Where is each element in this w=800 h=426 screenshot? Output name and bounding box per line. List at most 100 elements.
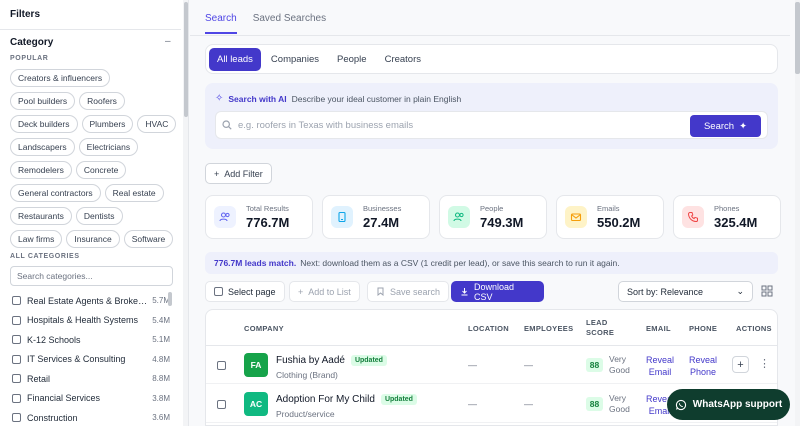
company-name[interactable]: Fushia by Aadé Updated: [276, 355, 387, 366]
checkbox[interactable]: [12, 296, 21, 306]
match-banner: 776.7M leads match. Next: download them …: [205, 252, 778, 274]
table-row[interactable]: FA Fushia by Aadé Updated Clothing (Bran…: [206, 346, 777, 384]
category-row[interactable]: Hospitals & Health Systems 5.4M: [12, 311, 170, 331]
stat-value: 325.4M: [714, 215, 758, 230]
score-text: Good: [609, 365, 630, 375]
chip[interactable]: Concrete: [75, 161, 127, 179]
column-header-email[interactable]: EMAIL: [646, 310, 671, 346]
employees-value: —: [524, 399, 533, 409]
chip[interactable]: Real estate: [104, 184, 164, 202]
segment-companies[interactable]: Companies: [263, 48, 327, 71]
button-label: Select page: [228, 286, 276, 297]
column-header-company[interactable]: COMPANY: [244, 310, 284, 346]
reveal-phone-link[interactable]: Reveal Phone: [689, 354, 717, 378]
checkbox[interactable]: [12, 374, 21, 384]
column-header-lead-score[interactable]: LEAD SCORE: [586, 310, 614, 346]
stat-card-total: Total Results 776.7M: [205, 195, 313, 239]
whatsapp-icon: [675, 399, 686, 410]
lead-score-label: Very Good: [609, 393, 630, 415]
chip[interactable]: Dentists: [75, 207, 123, 225]
sort-select[interactable]: Sort by: Relevance ⌄: [618, 281, 753, 302]
stat-card-people: People 749.3M: [439, 195, 547, 239]
ai-search-panel: ✧ Search with AI Describe your ideal cus…: [205, 83, 778, 149]
button-label: Add Filter: [224, 168, 263, 179]
sparkle-icon: ✦: [739, 120, 748, 132]
grid-view-icon[interactable]: [761, 285, 773, 297]
chip[interactable]: Software: [123, 230, 174, 248]
location-value: —: [468, 360, 477, 370]
segment-creators[interactable]: Creators: [377, 48, 429, 71]
chip[interactable]: Roofers: [79, 92, 125, 110]
column-header-location[interactable]: LOCATION: [468, 310, 509, 346]
download-csv-button[interactable]: Download CSV: [451, 281, 544, 302]
status-badge: Updated: [350, 355, 387, 366]
company-name-text: Adoption For My Child: [276, 394, 375, 405]
sidebar-scrollbar[interactable]: [183, 0, 188, 426]
chip[interactable]: Plumbers: [81, 115, 134, 133]
button-label: Add to List: [308, 286, 351, 297]
category-search-input[interactable]: [10, 266, 173, 286]
chip[interactable]: Creators & influencers: [10, 69, 111, 87]
save-search-button[interactable]: Save search: [367, 281, 450, 302]
column-header-employees[interactable]: EMPLOYEES: [524, 310, 573, 346]
chip[interactable]: Remodelers: [10, 161, 72, 179]
employees-value: —: [524, 360, 533, 370]
mail-icon: [565, 206, 587, 228]
reveal-email-link[interactable]: Reveal Email: [646, 354, 674, 378]
checkbox[interactable]: [12, 335, 21, 345]
chip[interactable]: Law firms: [10, 230, 63, 248]
popular-label: POPULAR: [10, 55, 49, 62]
filters-title: Filters: [10, 9, 41, 20]
tab-search[interactable]: Search: [205, 13, 237, 34]
chip[interactable]: Deck builders: [10, 115, 78, 133]
segment-all-leads[interactable]: All leads: [209, 47, 261, 71]
checkbox[interactable]: [217, 400, 226, 409]
category-row[interactable]: Financial Services 3.8M: [12, 389, 170, 409]
scrollbar-thumb[interactable]: [184, 2, 188, 117]
scrollbar-thumb[interactable]: [795, 2, 800, 74]
checkbox[interactable]: [12, 413, 21, 423]
tab-saved-searches[interactable]: Saved Searches: [253, 13, 326, 34]
category-row[interactable]: K-12 Schools 5.1M: [12, 330, 170, 350]
column-header-phone[interactable]: PHONE: [689, 310, 717, 346]
category-list-scrollbar[interactable]: [168, 292, 172, 306]
ai-label: Search with AI: [228, 93, 287, 104]
ai-search-input[interactable]: [238, 117, 698, 134]
category-row[interactable]: Retail 8.8M: [12, 369, 170, 389]
stat-label: Total Results: [246, 204, 289, 213]
stat-card-businesses: Businesses 27.4M: [322, 195, 430, 239]
company-name[interactable]: Adoption For My Child Updated: [276, 394, 417, 405]
chip[interactable]: Pool builders: [10, 92, 76, 110]
checkbox[interactable]: [217, 361, 226, 370]
chip[interactable]: Landscapers: [10, 138, 75, 156]
link-text: Email: [648, 367, 672, 377]
main-scrollbar[interactable]: [795, 0, 800, 426]
tab-bar: Search Saved Searches: [205, 13, 326, 34]
chip[interactable]: HVAC: [137, 115, 177, 133]
more-options-icon[interactable]: ⋮: [759, 357, 770, 370]
checkbox[interactable]: [12, 393, 21, 403]
whatsapp-support-button[interactable]: WhatsApp support: [667, 389, 790, 420]
chip[interactable]: Insurance: [66, 230, 120, 248]
add-filter-button[interactable]: + Add Filter: [205, 163, 272, 184]
score-text: Good: [609, 404, 630, 414]
chip[interactable]: General contractors: [10, 184, 101, 202]
category-row[interactable]: IT Services & Consulting 4.8M: [12, 350, 170, 370]
ai-search-button[interactable]: Search ✦: [690, 115, 761, 137]
add-to-list-button[interactable]: + Add to List: [289, 281, 360, 302]
add-lead-button[interactable]: +: [732, 356, 749, 373]
plus-icon: +: [298, 286, 304, 297]
stat-value: 550.2M: [597, 215, 641, 230]
checkbox[interactable]: [12, 354, 21, 364]
category-row[interactable]: Construction 3.6M: [12, 408, 170, 426]
category-row[interactable]: Real Estate Agents & Broke… 5.7M: [12, 291, 170, 311]
minus-icon[interactable]: –: [165, 36, 171, 47]
checkbox[interactable]: [214, 287, 223, 296]
chip[interactable]: Restaurants: [10, 207, 72, 225]
segment-people[interactable]: People: [329, 48, 375, 71]
checkbox[interactable]: [12, 315, 21, 325]
chip[interactable]: Electricians: [78, 138, 139, 156]
select-page-button[interactable]: Select page: [205, 281, 285, 302]
stat-card-emails: Emails 550.2M: [556, 195, 664, 239]
button-label: WhatsApp support: [692, 399, 783, 410]
